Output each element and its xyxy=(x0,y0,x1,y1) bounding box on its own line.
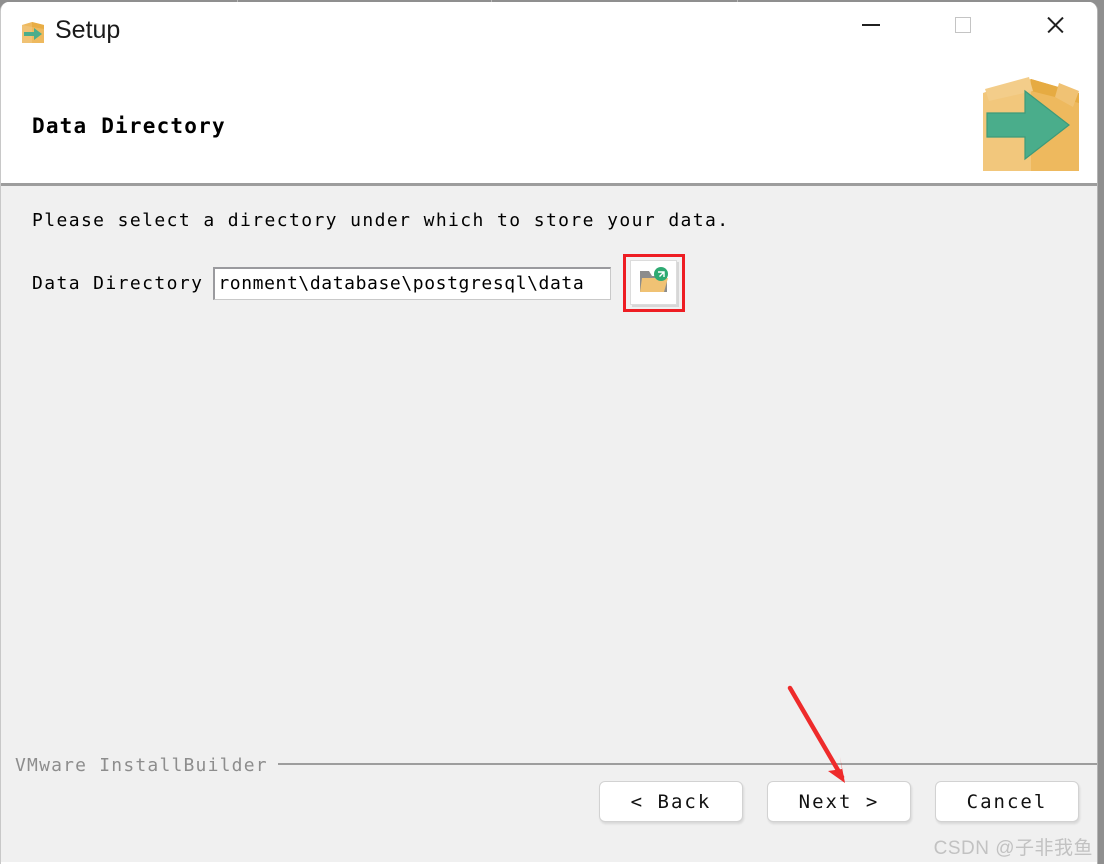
title-bar: Setup xyxy=(1,2,1097,64)
page-footer: VMware InstallBuilder < Back Next > Canc… xyxy=(1,755,1097,862)
data-directory-input[interactable] xyxy=(213,266,612,300)
screen: Setup Data Directory Please select a dir… xyxy=(0,0,1104,864)
data-directory-row: Data Directory xyxy=(32,254,686,312)
close-icon xyxy=(1045,15,1065,35)
installer-box-arrow-graphic xyxy=(973,67,1089,183)
page-header: Data Directory xyxy=(1,64,1097,186)
watermark-text: CSDN @子非我鱼 xyxy=(933,838,1093,859)
brand-label: VMware InstallBuilder xyxy=(15,755,268,776)
back-button[interactable]: < Back xyxy=(599,781,743,822)
instruction-text: Please select a directory under which to… xyxy=(32,210,730,231)
browse-highlight-box xyxy=(623,254,686,312)
setup-window: Setup Data Directory Please select a dir… xyxy=(0,2,1098,864)
cancel-button[interactable]: Cancel xyxy=(935,781,1079,822)
maximize-button[interactable] xyxy=(917,2,1009,48)
window-title: Setup xyxy=(55,16,121,44)
page-body: Please select a directory under which to… xyxy=(1,186,1097,862)
data-directory-label: Data Directory xyxy=(32,272,204,294)
dialog-buttons: < Back Next > Cancel xyxy=(599,781,1079,822)
footer-divider xyxy=(278,763,1097,765)
minimize-icon xyxy=(862,24,880,26)
maximize-icon xyxy=(955,17,971,33)
page-title: Data Directory xyxy=(32,114,226,138)
setup-box-arrow-icon xyxy=(19,19,47,47)
browse-button[interactable] xyxy=(630,260,678,305)
close-button[interactable] xyxy=(1009,2,1097,48)
folder-browse-icon xyxy=(638,266,670,300)
next-button[interactable]: Next > xyxy=(767,781,911,822)
minimize-button[interactable] xyxy=(825,2,917,48)
